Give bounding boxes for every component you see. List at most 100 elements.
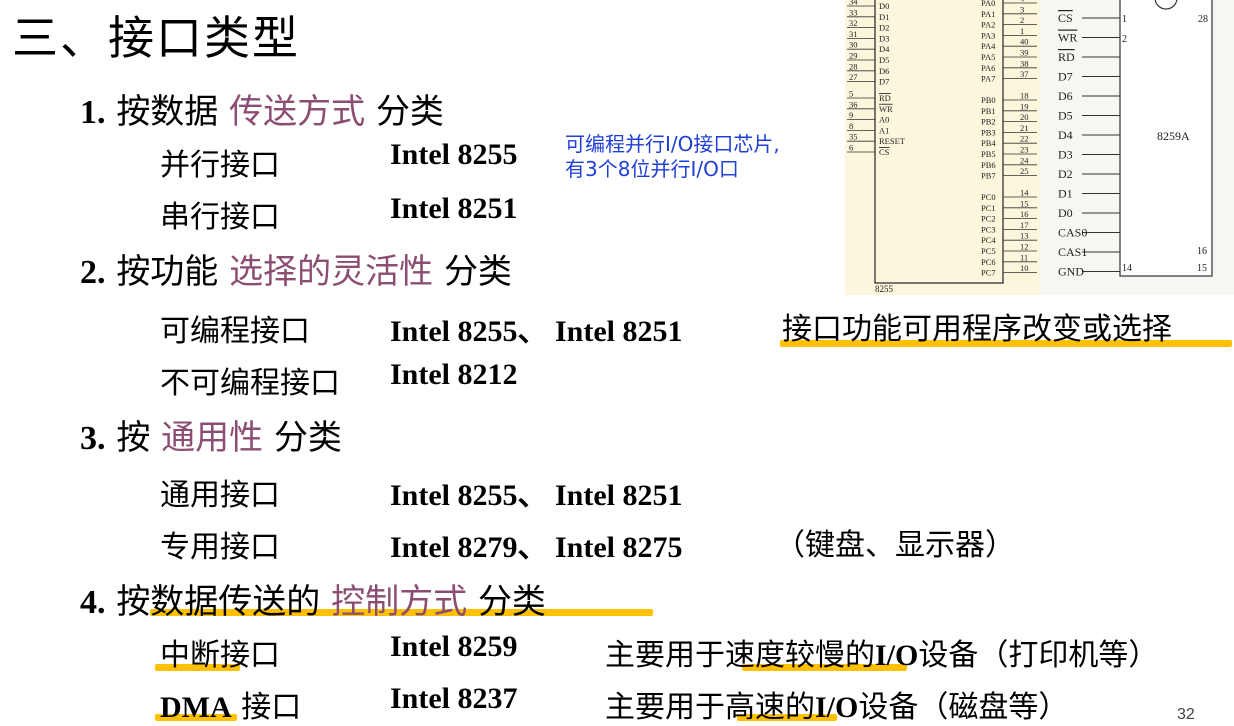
pin-number: 12 xyxy=(1020,242,1029,252)
item-label-dma: DMA 接口 xyxy=(160,682,301,726)
pin-number: 2 xyxy=(1122,34,1127,45)
pin-label: PC6 xyxy=(981,257,996,267)
annotation-line-2: 有3个8位并行I/O口 xyxy=(565,157,739,181)
pin-number: 6 xyxy=(849,143,853,153)
pin-number: 1 xyxy=(1122,14,1127,25)
pin-number: 9 xyxy=(849,110,853,120)
pin-label: CAS0 xyxy=(1058,226,1087,240)
pin-number: 22 xyxy=(1020,134,1029,144)
pin-number: 15 xyxy=(1197,263,1207,274)
pin-number: 21 xyxy=(1020,123,1029,133)
item-label-interrupt: 中断接口 xyxy=(160,638,280,673)
item-label-programmable: 可编程接口 xyxy=(160,314,310,349)
pin-label: RESET xyxy=(879,136,906,146)
item-chip-non-programmable: Intel 8212 xyxy=(390,358,518,391)
section-highlight: 传送方式 xyxy=(229,92,366,132)
pin-number: 28 xyxy=(1198,14,1208,25)
pin-label: PB4 xyxy=(981,138,996,148)
section-highlight: 通用性 xyxy=(161,418,264,458)
pin-label: D1 xyxy=(879,12,889,22)
note-text: 速度较慢的 xyxy=(725,638,875,673)
note-text: I/O xyxy=(815,691,859,724)
pin-label: PA5 xyxy=(981,52,995,62)
pin-number: 19 xyxy=(1020,101,1029,111)
pin-number: 27 xyxy=(849,72,858,82)
pin-label: PC4 xyxy=(981,235,996,245)
pin-label: PB5 xyxy=(981,149,996,159)
pin-label: PA4 xyxy=(981,41,996,51)
section-prefix: 按功能 xyxy=(116,252,219,292)
pin-label: A1 xyxy=(879,125,889,135)
pin-label: PA1 xyxy=(981,9,995,19)
item-label-parallel: 并行接口 xyxy=(160,148,280,183)
page-number: 32 xyxy=(1177,706,1195,723)
chip-name: 8255 xyxy=(875,284,894,294)
dma-suffix: 接口 xyxy=(231,690,302,725)
item-label-general: 通用接口 xyxy=(160,478,280,513)
pin-label: D2 xyxy=(879,23,889,33)
pin-label: PB6 xyxy=(981,160,996,170)
item-chip-parallel: Intel 8255 xyxy=(390,138,518,171)
pin-label: PA6 xyxy=(981,63,995,73)
pin-number: 38 xyxy=(1020,58,1029,68)
item-chip-general: Intel 8255、 Intel 8251 xyxy=(390,479,683,512)
pin-number: 25 xyxy=(1020,166,1029,176)
item-chip-special: Intel 8279、 Intel 8275 xyxy=(390,531,683,564)
pin-label: PC0 xyxy=(981,192,996,202)
item-note-special: （键盘、显示器） xyxy=(775,528,1015,563)
note-text: I/O xyxy=(875,639,919,672)
section-highlight: 控制方式 xyxy=(331,582,468,622)
section-prefix: 按数据传送的 xyxy=(116,582,321,622)
pin-number: 37 xyxy=(1020,69,1029,79)
item-chip-interrupt: Intel 8259 xyxy=(390,630,518,663)
section-suffix: 分类 xyxy=(375,92,444,132)
section-highlight: 选择的灵活性 xyxy=(229,252,434,292)
pin-label: PA7 xyxy=(981,74,995,84)
pin-number: 20 xyxy=(1020,112,1029,122)
item-label-serial: 串行接口 xyxy=(160,200,280,235)
pin-label: PC1 xyxy=(981,203,996,213)
pin-number: 8 xyxy=(849,121,853,131)
pin-number: 34 xyxy=(849,0,858,7)
pin-label: PC3 xyxy=(981,224,996,234)
pin-number: 2 xyxy=(1020,15,1024,25)
pin-number: 18 xyxy=(1020,91,1029,101)
pin-label: A0 xyxy=(879,115,889,125)
item-note-interrupt: 主要用于速度较慢的I/O设备（打印机等） xyxy=(605,630,1158,674)
pin-label: CS xyxy=(879,147,890,157)
pin-label: CS xyxy=(1058,11,1073,25)
dma-acronym: DMA xyxy=(160,691,232,724)
section-number: 2. xyxy=(80,254,106,291)
item-chip-serial: Intel 8251 xyxy=(390,192,518,225)
pin-number: 28 xyxy=(849,61,858,71)
pin-number: 35 xyxy=(849,132,858,142)
pin-label: PB7 xyxy=(981,171,996,181)
pin-label: GND xyxy=(1058,265,1084,279)
pin-number: 36 xyxy=(849,99,858,109)
pin-label: D6 xyxy=(1058,89,1073,103)
pin-label: D6 xyxy=(879,66,889,76)
pin-label: D5 xyxy=(1058,109,1073,123)
section-suffix: 分类 xyxy=(477,582,546,622)
pin-label: CAS1 xyxy=(1058,245,1087,259)
page-title: 三、接口类型 xyxy=(12,11,300,65)
pin-number: 16 xyxy=(1020,209,1029,219)
pin-number: 14 xyxy=(1122,263,1132,274)
pin-number: 14 xyxy=(1020,188,1029,198)
pin-label: PB2 xyxy=(981,117,996,127)
item-label-special: 专用接口 xyxy=(160,530,280,565)
section-prefix: 按 xyxy=(116,418,151,458)
item-note-programmable: 接口功能可用程序改变或选择 xyxy=(782,312,1172,347)
pin-label: D3 xyxy=(879,33,889,43)
chip-8259a-pinout: 8259A 1 2 28 14 16 15 CS WR RD D7 D6 D5 D4 D3 D2… xyxy=(1040,0,1234,295)
pin-label: D2 xyxy=(1058,167,1073,181)
pin-label: RD xyxy=(1058,50,1075,64)
pin-number: 3 xyxy=(1020,4,1024,14)
pin-label: D7 xyxy=(879,77,889,87)
pin-number: 29 xyxy=(849,51,858,61)
pin-label: D7 xyxy=(1058,70,1073,84)
pin-number: 23 xyxy=(1020,145,1029,155)
pin-label: PA0 xyxy=(981,0,995,8)
note-text: 主要用于 xyxy=(605,690,725,725)
pin-number: 40 xyxy=(1020,37,1029,47)
